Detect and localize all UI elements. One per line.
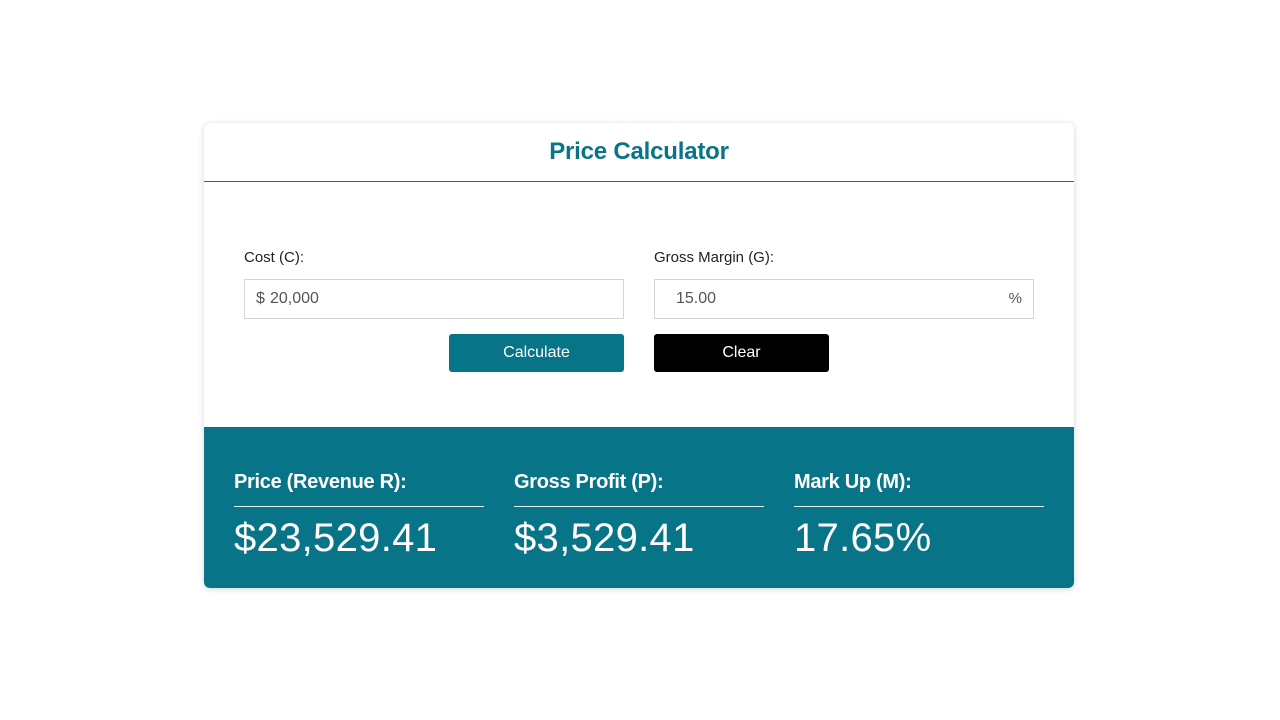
card-header: Price Calculator [204, 123, 1074, 182]
result-mark-up-label-row: Mark Up (M): [794, 467, 1044, 507]
currency-prefix: $ [256, 290, 265, 307]
gross-margin-input-box[interactable]: % [654, 279, 1034, 319]
gross-margin-field-group: Gross Margin (G): % [654, 248, 1034, 319]
result-gross-profit-label: Gross Profit (P): [514, 471, 664, 493]
calculator-form: Cost (C): $ Gross Margin (G): % Calculat… [204, 182, 1074, 427]
result-price: Price (Revenue R): $23,529.41 [234, 467, 484, 561]
result-price-label-row: Price (Revenue R): [234, 467, 484, 507]
result-mark-up-value: 17.65% [794, 516, 932, 560]
result-gross-profit-label-row: Gross Profit (P): [514, 467, 764, 507]
cost-input[interactable] [270, 280, 610, 318]
result-price-value: $23,529.41 [234, 516, 438, 560]
result-mark-up-label: Mark Up (M): [794, 471, 912, 493]
clear-button[interactable]: Clear [654, 334, 829, 372]
result-price-label: Price (Revenue R): [234, 471, 407, 493]
cost-input-box[interactable]: $ [244, 279, 624, 319]
price-calculator-card: Price Calculator Cost (C): $ Gross Margi… [204, 123, 1074, 588]
gross-margin-input[interactable] [676, 280, 996, 318]
percent-suffix: % [1008, 290, 1022, 307]
gross-margin-label: Gross Margin (G): [654, 249, 775, 266]
result-gross-profit: Gross Profit (P): $3,529.41 [514, 467, 764, 561]
cost-label: Cost (C): [244, 249, 304, 266]
results-panel: Price (Revenue R): $23,529.41 Gross Prof… [204, 427, 1074, 588]
calculate-button[interactable]: Calculate [449, 334, 624, 372]
result-gross-profit-value: $3,529.41 [514, 516, 695, 560]
cost-field-group: Cost (C): $ [244, 248, 624, 319]
result-mark-up: Mark Up (M): 17.65% [794, 467, 1044, 561]
page-title: Price Calculator [549, 138, 729, 165]
